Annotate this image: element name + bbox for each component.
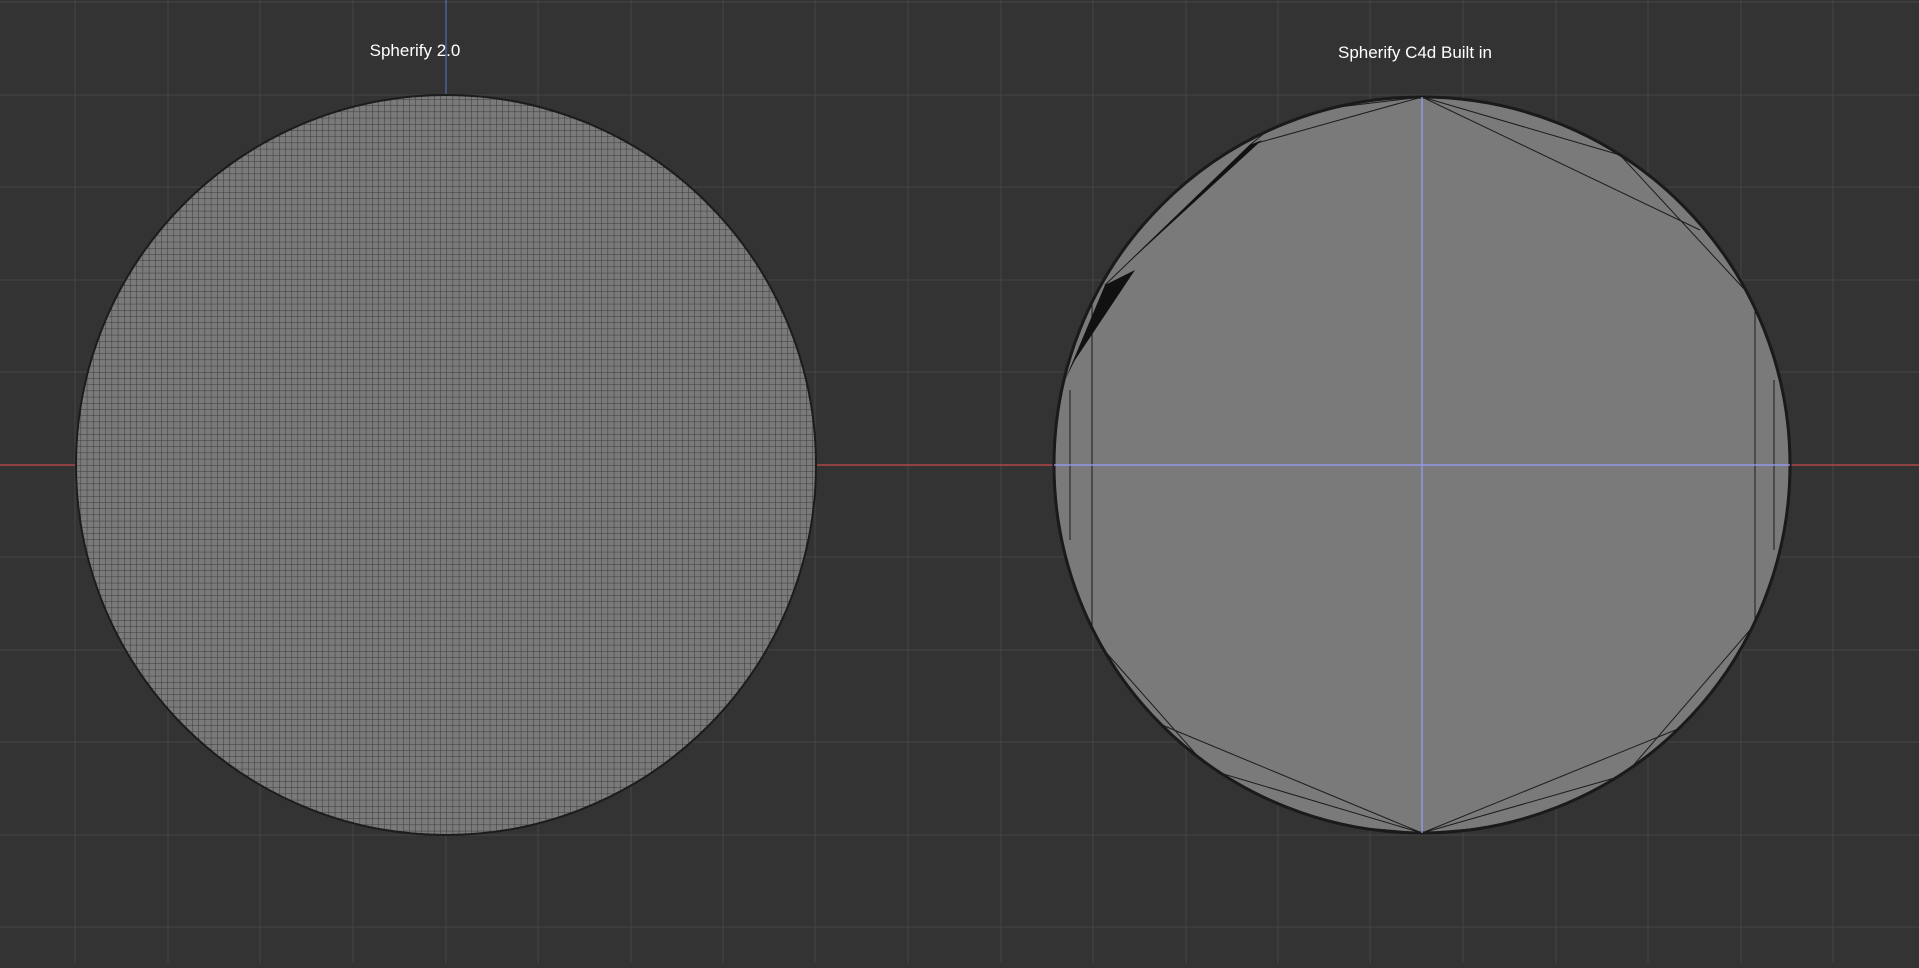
object-label-spherify-2: Spherify 2.0: [369, 41, 461, 60]
spherify-2-mesh[interactable]: [75, 94, 817, 836]
spherify-c4d-object[interactable]: [1052, 95, 1792, 835]
spherify-2-object[interactable]: [75, 94, 817, 836]
editor-viewport[interactable]: Spherify 2.0 Spherify C4d Built in: [0, 0, 1919, 963]
object-label-spherify-c4d: Spherify C4d Built in: [1337, 43, 1493, 62]
viewport-canvas[interactable]: [0, 0, 1919, 963]
